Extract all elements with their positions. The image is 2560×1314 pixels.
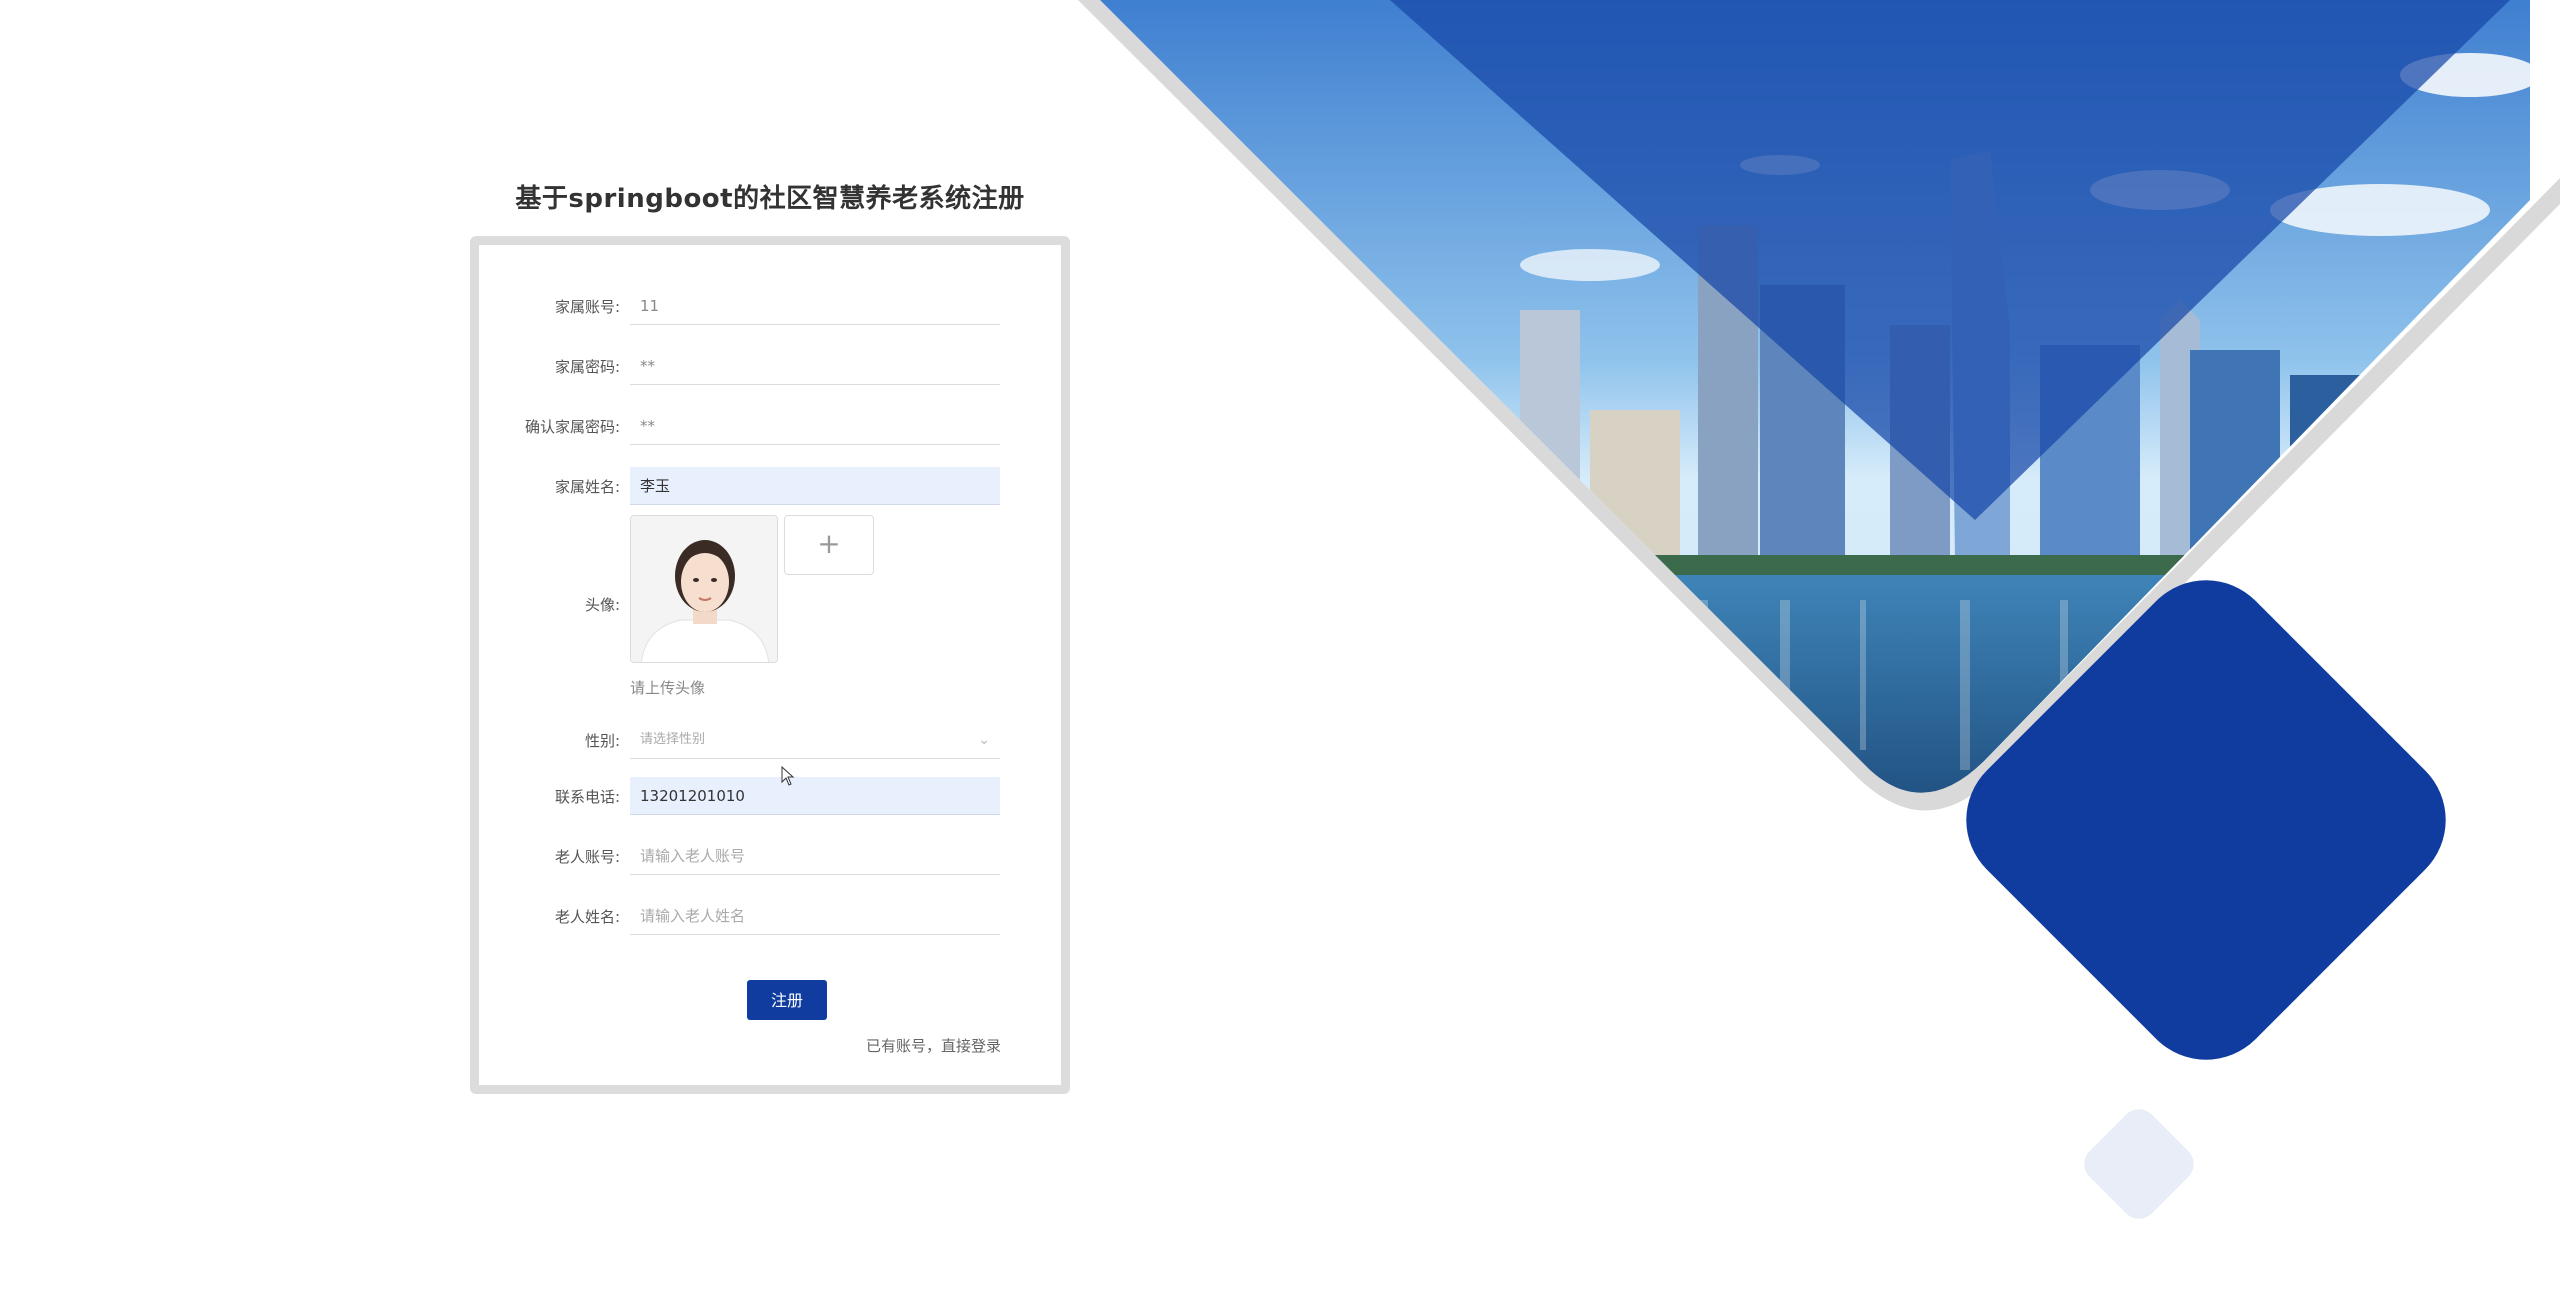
confirm-password-row: 确认家属密码: — [479, 407, 1061, 451]
gender-select[interactable]: 请选择性别 ⌄ — [630, 723, 1000, 759]
password-label: 家属密码: — [554, 358, 620, 376]
account-label: 家属账号: — [554, 298, 620, 316]
elder-name-input[interactable] — [630, 897, 1000, 935]
avatar-hint: 请上传头像 — [630, 679, 706, 697]
phone-label: 联系电话: — [554, 788, 620, 806]
confirm-password-label: 确认家属密码: — [524, 418, 620, 436]
gender-label: 性别: — [584, 732, 620, 750]
plus-icon: + — [817, 527, 841, 560]
gender-placeholder: 请选择性别 — [640, 732, 706, 747]
password-input[interactable] — [630, 347, 1000, 385]
phone-row: 联系电话: — [479, 777, 1061, 821]
elder-account-label: 老人账号: — [554, 848, 620, 866]
elder-name-label: 老人姓名: — [554, 908, 620, 926]
avatar-preview[interactable] — [630, 515, 778, 663]
chevron-down-icon: ⌄ — [978, 732, 990, 748]
phone-input[interactable] — [630, 777, 1000, 815]
account-input[interactable] — [630, 287, 1000, 325]
confirm-password-input[interactable] — [630, 407, 1000, 445]
password-row: 家属密码: — [479, 347, 1061, 391]
account-row: 家属账号: — [479, 287, 1061, 331]
login-link[interactable]: 已有账号，直接登录 — [866, 1035, 1001, 1056]
registration-form: 家属账号: 家属密码: 确认家属密码: 家属姓名: 头像: — [470, 236, 1070, 1094]
name-row: 家属姓名: — [479, 467, 1061, 511]
mouse-cursor-icon — [781, 766, 795, 786]
avatar-label: 头像: — [584, 596, 620, 614]
name-label: 家属姓名: — [554, 478, 620, 496]
page-title: 基于springboot的社区智慧养老系统注册 — [515, 184, 1025, 214]
avatar-image — [631, 516, 777, 662]
register-button[interactable]: 注册 — [747, 980, 827, 1020]
elder-name-row: 老人姓名: — [479, 897, 1061, 941]
name-input[interactable] — [630, 467, 1000, 505]
elder-account-input[interactable] — [630, 837, 1000, 875]
registration-page: 基于springboot的社区智慧养老系统注册 家属账号: 家属密码: 确认家属… — [0, 0, 2560, 1314]
elder-account-row: 老人账号: — [479, 837, 1061, 881]
upload-avatar-button[interactable]: + — [784, 515, 874, 575]
